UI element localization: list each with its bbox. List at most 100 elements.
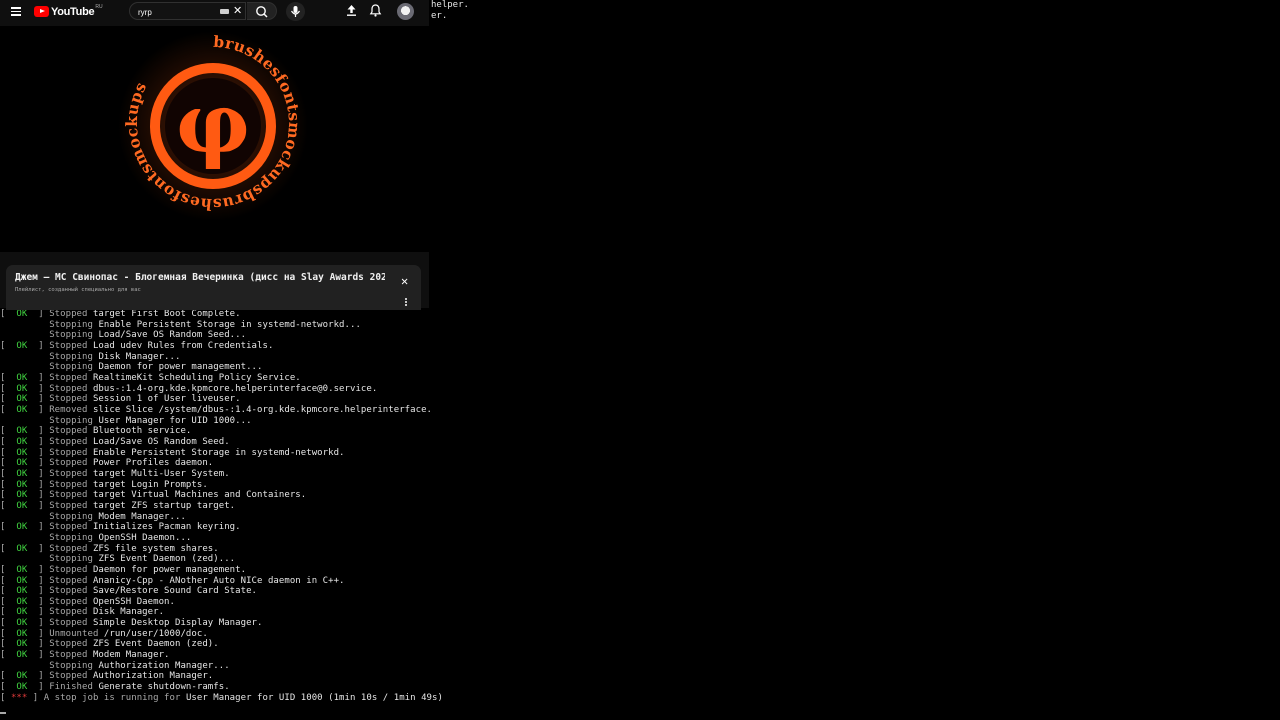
line-object: target Virtual Machines and Containers. xyxy=(92,490,307,501)
menu-icon[interactable] xyxy=(11,6,21,16)
line-object: Daemon for power management. xyxy=(92,564,247,575)
line-verb: Stopped xyxy=(49,426,88,437)
status-label: OK xyxy=(16,383,28,394)
line-verb: Unmounted xyxy=(49,628,99,639)
line-object: ZFS Event Daemon (zed). xyxy=(92,639,219,650)
status-label: OK xyxy=(16,468,28,479)
terminal-line: [ OK ] Stopped ZFS Event Daemon (zed). xyxy=(0,639,219,650)
line-verb: Stopped xyxy=(49,436,88,447)
upload-icon xyxy=(347,5,356,16)
terminal-line: [ OK ] Stopped Session 1 of User liveuse… xyxy=(0,394,241,405)
line-object: ZFS Event Daemon (zed)... xyxy=(98,554,236,565)
line-verb: Stopped xyxy=(49,490,88,501)
terminal-line: [ OK ] Stopped target ZFS startup target… xyxy=(0,501,235,512)
terminal-line: [ OK ] Stopped Initializes Pacman keyrin… xyxy=(0,522,241,533)
video-player[interactable]: φ brushesfontsmockupsbrushesfontsmockups xyxy=(0,26,429,252)
playlist-card[interactable]: Джем – МС Свинопас - Блогемная Вечеринка… xyxy=(6,265,421,310)
terminal-line: [ OK ] Stopped target First Boot Complet… xyxy=(0,309,241,320)
status-bracket: ] xyxy=(32,564,50,575)
terminal-line: Stopping Daemon for power management... xyxy=(0,362,263,373)
line-object: /run/user/1000/doc. xyxy=(103,628,208,639)
terminal-line: [ OK ] Finished Generate shutdown-ramfs. xyxy=(0,682,230,693)
line-verb: Stopped xyxy=(49,372,88,383)
status-blank xyxy=(0,320,49,330)
terminal-line: [ OK ] Stopped Simple Desktop Display Ma… xyxy=(0,618,263,629)
line-object: Generate shutdown-ramfs. xyxy=(98,682,230,693)
line-verb: Stopping xyxy=(49,351,93,362)
line-verb: Stopping xyxy=(49,330,93,341)
status-label: OK xyxy=(16,426,28,437)
status-bracket: [ xyxy=(0,586,11,597)
line-verb: Stopped xyxy=(49,383,88,394)
line-object: Ananicy-Cpp - ANother Auto NICe daemon i… xyxy=(92,575,345,586)
status-bracket: [ xyxy=(0,522,11,533)
more-options-icon[interactable] xyxy=(404,298,408,307)
terminal-line: [ OK ] Stopped Ananicy-Cpp - ANother Aut… xyxy=(0,576,345,587)
line-verb: Stopping xyxy=(49,319,93,330)
line-object: Simple Desktop Display Manager. xyxy=(92,618,263,629)
close-icon[interactable]: ✕ xyxy=(233,5,242,17)
search-icon xyxy=(256,6,268,18)
status-bracket: [ xyxy=(0,628,11,639)
line-verb: Stopping xyxy=(49,362,93,373)
bell-icon xyxy=(369,4,382,17)
terminal-line: Stopping Enable Persistent Storage in sy… xyxy=(0,320,361,331)
search-button[interactable] xyxy=(247,2,277,20)
terminal-line: [ OK ] Stopped Load udev Rules from Cred… xyxy=(0,341,273,352)
status-blank xyxy=(0,352,49,362)
youtube-play-icon xyxy=(34,6,49,17)
status-label: OK xyxy=(16,575,28,586)
status-bracket: ] xyxy=(32,650,50,661)
terminal-line: [ OK ] Stopped target Multi-User System. xyxy=(0,469,230,480)
status-bracket: [ xyxy=(0,607,11,618)
terminal-line: [ OK ] Unmounted /run/user/1000/doc. xyxy=(0,629,208,640)
line-object: Bluetooth service. xyxy=(92,426,192,437)
video-logo-letter: φ xyxy=(176,76,250,172)
status-blank xyxy=(0,330,49,340)
terminal-cursor xyxy=(0,712,6,714)
status-blank xyxy=(0,661,49,671)
terminal-line: [ OK ] Stopped ZFS file system shares. xyxy=(0,544,219,555)
upload-button[interactable] xyxy=(344,3,359,18)
status-bracket: ] xyxy=(27,692,44,703)
terminal-line: [ OK ] Stopped RealtimeKit Scheduling Po… xyxy=(0,373,301,384)
line-verb: Stopped xyxy=(49,607,88,618)
terminal-line: Stopping Authorization Manager... xyxy=(0,661,230,672)
terminal-line: Stopping Load/Save OS Random Seed... xyxy=(0,330,246,341)
status-bracket: [ xyxy=(0,639,11,650)
status-bracket: [ xyxy=(0,372,11,383)
line-verb: Stopped xyxy=(49,650,88,661)
close-icon[interactable]: ✕ xyxy=(401,275,408,287)
line-object: target ZFS startup target. xyxy=(92,500,236,511)
line-verb: Stopping xyxy=(49,660,93,671)
status-bracket: [ xyxy=(0,564,11,575)
avatar[interactable] xyxy=(397,3,414,20)
terminal-line: [ OK ] Stopped target Login Prompts. xyxy=(0,480,208,491)
terminal-line: [ OK ] Stopped target Virtual Machines a… xyxy=(0,490,306,501)
status-bracket: [ xyxy=(0,500,11,511)
status-bracket: [ xyxy=(0,543,11,554)
line-object: Load/Save OS Random Seed... xyxy=(98,330,247,341)
playlist-title[interactable]: Джем – МС Свинопас - Блогемная Вечеринка… xyxy=(15,272,385,283)
status-bracket: ] xyxy=(32,500,50,511)
status-bracket: [ xyxy=(0,436,11,447)
status-label: OK xyxy=(16,447,28,458)
terminal-line: [ OK ] Stopped Load/Save OS Random Seed. xyxy=(0,437,230,448)
status-label: OK xyxy=(16,596,28,607)
terminal-right-edge-text: er. xyxy=(431,11,448,21)
line-verb: A stop job is running for xyxy=(43,692,181,703)
status-bracket: ] xyxy=(32,490,50,501)
line-verb: Stopped xyxy=(49,639,88,650)
status-bracket: [ xyxy=(0,447,11,458)
line-object: Authorization Manager. xyxy=(92,671,214,682)
line-object: Disk Manager. xyxy=(92,607,165,618)
status-blank xyxy=(0,533,49,543)
keyboard-icon[interactable] xyxy=(220,9,229,14)
youtube-logo[interactable]: YouTube RU xyxy=(34,4,103,18)
voice-search-button[interactable] xyxy=(286,2,305,21)
status-label: OK xyxy=(16,607,28,618)
search-input[interactable] xyxy=(138,6,208,18)
notifications-button[interactable] xyxy=(368,3,383,18)
status-bracket: ] xyxy=(32,426,50,437)
status-label: OK xyxy=(16,340,28,351)
